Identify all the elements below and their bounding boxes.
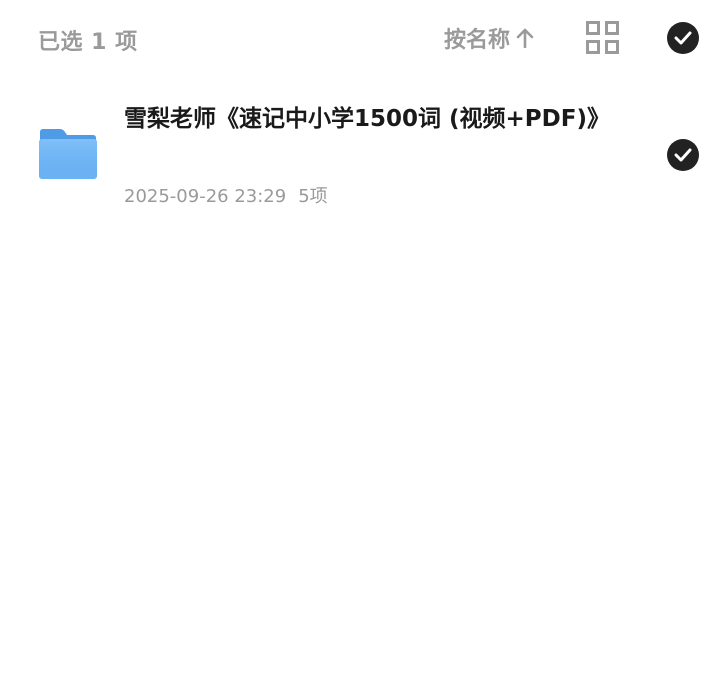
sort-label: 按名称	[444, 28, 511, 53]
file-item-count: 5项	[298, 186, 328, 207]
selection-toolbar: 已选 1 项 按名称	[0, 0, 714, 76]
file-date: 2025-09-26 23:29	[124, 186, 287, 207]
select-all-check-icon[interactable]	[667, 22, 699, 54]
sort-by-name-button[interactable]: 按名称	[444, 22, 534, 54]
arrow-up-icon	[516, 28, 534, 48]
file-meta: 2025-09-26 23:29 5项	[124, 182, 328, 208]
selected-count-label: 已选 1 项	[38, 30, 138, 55]
folder-icon	[38, 128, 98, 180]
file-list-item[interactable]: 雪梨老师《速记中小学1500词 (视频+PDF)》 2025-09-26 23:…	[0, 96, 714, 216]
grid-view-icon[interactable]	[586, 21, 619, 54]
row-check-icon[interactable]	[667, 139, 699, 171]
file-name: 雪梨老师《速记中小学1500词 (视频+PDF)》	[124, 106, 610, 132]
